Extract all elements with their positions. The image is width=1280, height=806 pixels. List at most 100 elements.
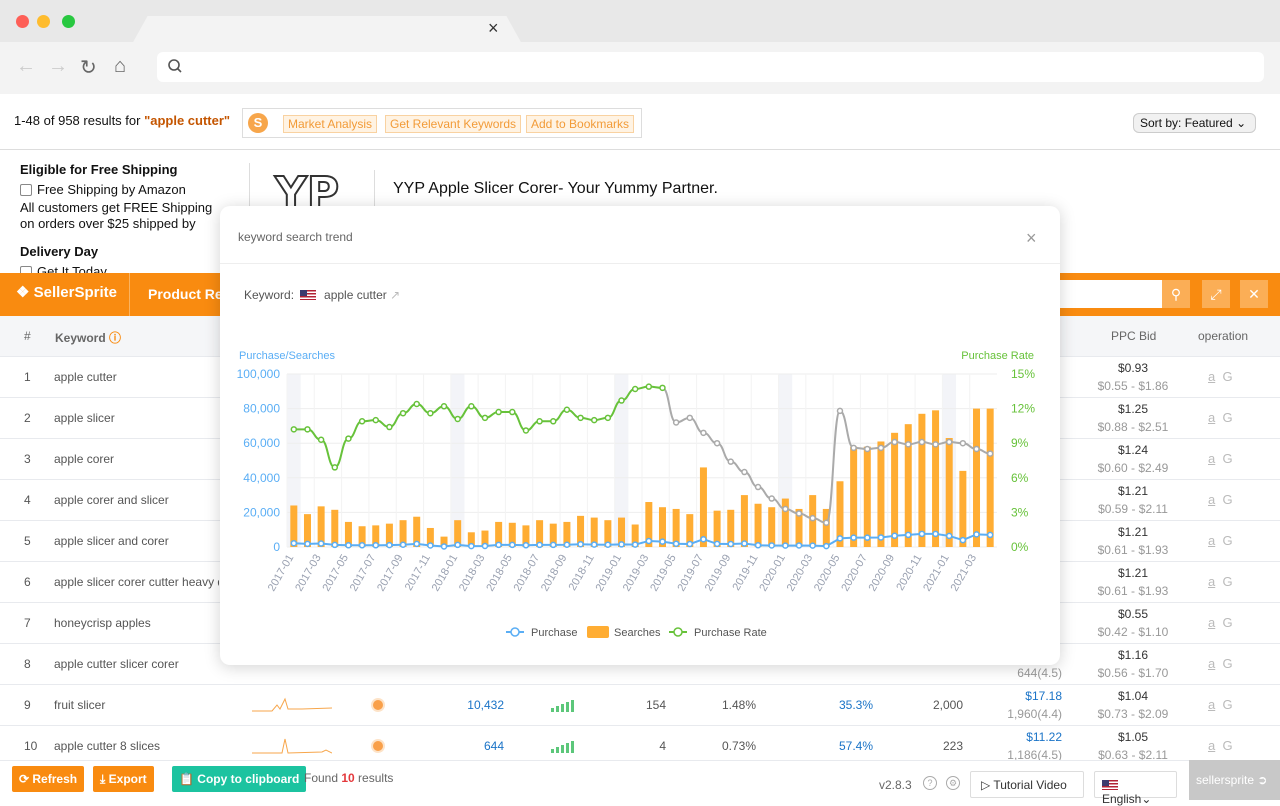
market-analysis-button[interactable]: Market Analysis bbox=[283, 115, 378, 133]
row-searches[interactable]: 10,432 bbox=[440, 698, 504, 712]
reload-icon[interactable]: ↻ bbox=[80, 55, 97, 80]
purchase-point bbox=[864, 534, 871, 541]
amazon-icon[interactable]: a bbox=[1208, 615, 1215, 630]
home-icon[interactable]: ⌂ bbox=[114, 55, 126, 78]
search-button[interactable]: ⚲ bbox=[1162, 280, 1190, 308]
purchase-point bbox=[850, 534, 857, 541]
amazon-icon[interactable]: a bbox=[1208, 574, 1215, 589]
modal-close-icon[interactable]: × bbox=[1026, 228, 1037, 249]
row-index: 8 bbox=[24, 657, 31, 671]
row-keyword[interactable]: apple cutter bbox=[54, 370, 219, 384]
signal-bars-icon bbox=[551, 700, 575, 715]
account-logout-button[interactable]: sellersprite ➲ bbox=[1189, 760, 1280, 800]
row-operations: a G bbox=[1208, 410, 1233, 425]
minimize-window-button[interactable] bbox=[37, 15, 50, 28]
google-icon[interactable]: G bbox=[1222, 410, 1232, 425]
refresh-button[interactable]: ⟳ Refresh bbox=[12, 766, 85, 792]
google-icon[interactable]: G bbox=[1222, 697, 1232, 712]
row-keyword[interactable]: apple corer bbox=[54, 452, 219, 466]
close-window-button[interactable] bbox=[16, 15, 29, 28]
copy-to-clipboard-button[interactable]: 📋 Copy to clipboard bbox=[172, 766, 307, 792]
keyword-trend-chart: Purchase/Searches Purchase Rate 0 20,000 40,… bbox=[237, 350, 1036, 639]
filter-free-shipping[interactable]: Free Shipping by Amazon bbox=[20, 182, 225, 198]
row-keyword[interactable]: apple slicer and corer bbox=[54, 534, 219, 548]
add-to-bookmarks-button[interactable]: Add to Bookmarks bbox=[526, 115, 635, 133]
row-keyword[interactable]: apple cutter 8 slices bbox=[54, 739, 219, 753]
google-icon[interactable]: G bbox=[1222, 738, 1232, 753]
keyword-value: apple cutter bbox=[324, 288, 387, 302]
close-panel-button[interactable]: ✕ bbox=[1240, 280, 1268, 308]
row-price[interactable]: $11.22 bbox=[990, 730, 1062, 744]
checkbox[interactable] bbox=[20, 184, 32, 196]
language-select[interactable]: English⌄ bbox=[1094, 771, 1177, 806]
amazon-icon[interactable]: a bbox=[1208, 369, 1215, 384]
row-ppc-bid: $1.24 bbox=[1117, 443, 1149, 457]
col-keyword[interactable]: Keyword ⓘ bbox=[55, 329, 121, 346]
row-operations: a G bbox=[1208, 369, 1233, 384]
row-keyword[interactable]: honeycrisp apples bbox=[54, 616, 219, 630]
row-keyword[interactable]: fruit slicer bbox=[54, 698, 219, 712]
tab-close-icon[interactable]: × bbox=[488, 18, 499, 39]
amazon-icon[interactable]: a bbox=[1208, 697, 1215, 712]
row-operations: a G bbox=[1208, 697, 1233, 712]
purchase-point bbox=[836, 535, 844, 542]
row-price[interactable]: $17.18 bbox=[990, 689, 1062, 703]
table-row[interactable]: 9 fruit slicer 10,432 154 1.48% 35.3% 2,000 $17… bbox=[0, 685, 1280, 726]
product-title[interactable]: YYP Apple Slicer Corer- Your Yummy Partn… bbox=[393, 180, 718, 198]
settings-icon[interactable]: ⚙ bbox=[946, 776, 960, 790]
forward-arrow-icon[interactable]: → bbox=[48, 55, 68, 78]
purchase-rate-point bbox=[795, 510, 803, 517]
amazon-icon[interactable]: a bbox=[1208, 410, 1215, 425]
google-icon[interactable]: G bbox=[1222, 574, 1232, 589]
row-searches[interactable]: 644 bbox=[440, 739, 504, 753]
row-keyword[interactable]: apple cutter slicer corer bbox=[54, 657, 219, 671]
row-share[interactable]: 35.3% bbox=[839, 698, 873, 712]
col-ppc-bid[interactable]: PPC Bid bbox=[1111, 329, 1156, 343]
purchase-rate-point bbox=[850, 444, 857, 452]
row-operations: a G bbox=[1208, 451, 1233, 466]
help-icon[interactable]: ⓘ bbox=[109, 331, 121, 345]
trend-sparkline[interactable] bbox=[252, 695, 332, 717]
row-keyword[interactable]: apple corer and slicer bbox=[54, 493, 219, 507]
purchase-rate-point bbox=[427, 409, 434, 417]
row-reviews: 644(4.5) bbox=[1017, 666, 1062, 680]
google-icon[interactable]: G bbox=[1222, 369, 1232, 384]
google-icon[interactable]: G bbox=[1222, 492, 1232, 507]
purchase-point bbox=[618, 541, 625, 548]
trend-sparkline[interactable] bbox=[252, 736, 332, 758]
google-icon[interactable]: G bbox=[1222, 656, 1232, 671]
google-icon[interactable]: G bbox=[1222, 451, 1232, 466]
amazon-icon[interactable]: a bbox=[1208, 738, 1215, 753]
row-ppc-bid: $1.21 bbox=[1117, 566, 1149, 580]
sort-by-select[interactable]: Sort by: Featured ⌄ bbox=[1133, 113, 1256, 133]
y-tick-label: 80,000 bbox=[243, 402, 280, 416]
tutorial-video-button[interactable]: ▷ Tutorial Video bbox=[970, 771, 1084, 798]
back-arrow-icon[interactable]: ← bbox=[16, 55, 36, 78]
x-tick-label: 2019-03 bbox=[621, 553, 652, 594]
get-relevant-keywords-button[interactable]: Get Relevant Keywords bbox=[385, 115, 522, 133]
maximize-window-button[interactable] bbox=[62, 15, 75, 28]
amazon-icon[interactable]: a bbox=[1208, 656, 1215, 671]
sellersprite-logo-icon[interactable]: S bbox=[248, 113, 268, 133]
legend-searches-label: Searches bbox=[614, 627, 661, 639]
browser-tab[interactable] bbox=[132, 16, 522, 44]
x-tick-label: 2020-05 bbox=[812, 553, 843, 594]
purchase-rate-point bbox=[509, 408, 516, 416]
purchase-rate-point bbox=[317, 436, 325, 443]
row-keyword[interactable]: apple slicer bbox=[54, 411, 219, 425]
amazon-icon[interactable]: a bbox=[1208, 533, 1215, 548]
expand-button[interactable]: ⤢ bbox=[1202, 280, 1230, 308]
row-share[interactable]: 57.4% bbox=[839, 739, 873, 753]
amazon-icon[interactable]: a bbox=[1208, 451, 1215, 466]
google-icon[interactable]: G bbox=[1222, 533, 1232, 548]
row-keyword[interactable]: apple slicer corer cutter heavy d bbox=[54, 575, 219, 589]
x-tick-label: 2019-07 bbox=[675, 553, 706, 594]
help-icon[interactable]: ? bbox=[923, 776, 937, 790]
searches-bar bbox=[850, 446, 858, 547]
address-bar[interactable] bbox=[157, 52, 1264, 82]
google-icon[interactable]: G bbox=[1222, 615, 1232, 630]
found-prefix: Found bbox=[304, 771, 342, 785]
external-link-icon[interactable]: ↗ bbox=[390, 288, 400, 302]
amazon-icon[interactable]: a bbox=[1208, 492, 1215, 507]
export-button[interactable]: ⤓ Export bbox=[93, 766, 154, 792]
